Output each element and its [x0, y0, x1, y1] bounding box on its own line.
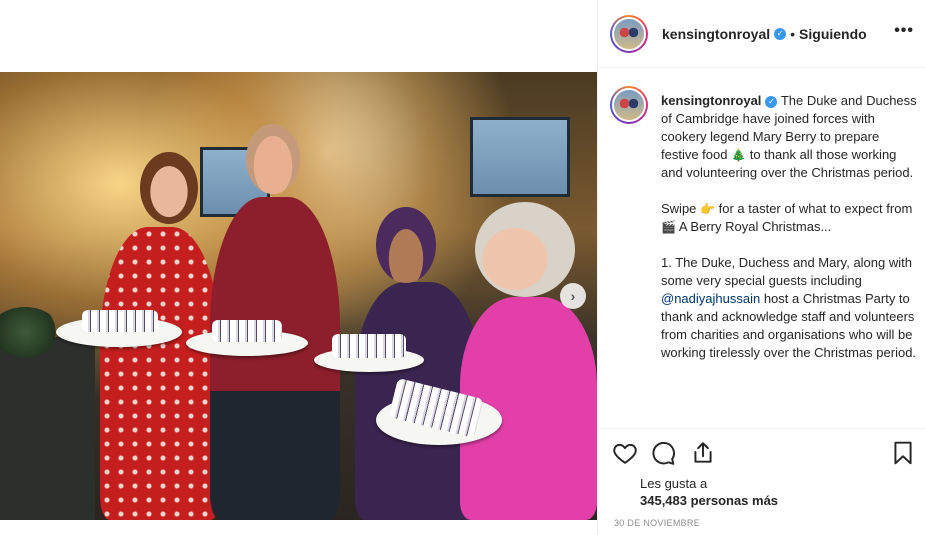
background-window	[470, 117, 570, 197]
caption-avatar[interactable]	[610, 86, 648, 124]
caption-paragraph-3: 1. The Duke, Duchess and Mary, along wit…	[661, 254, 917, 362]
more-options-icon[interactable]: •••	[894, 22, 914, 40]
person-duchess-head	[140, 152, 198, 224]
yule-log-cake	[332, 334, 406, 358]
christmas-tree-icon: 🎄	[731, 148, 747, 162]
post-media-area: ›	[0, 0, 598, 535]
post-sidebar: kensingtonroyal ✓ • Siguiendo ••• kensin…	[598, 0, 926, 535]
avatar[interactable]	[610, 14, 648, 53]
person-mary-head	[475, 202, 575, 297]
chevron-right-icon: ›	[570, 288, 576, 304]
yule-log-cake	[212, 320, 282, 342]
heart-icon[interactable]	[612, 440, 638, 466]
caption-text-p2-end: A Berry Royal Christmas...	[678, 219, 832, 234]
separator-dot: •	[790, 25, 796, 42]
comment-icon[interactable]	[650, 440, 676, 466]
actions-divider	[598, 428, 926, 429]
caption-paragraph-2: Swipe 👉 for a taster of what to expect f…	[661, 200, 917, 236]
post-caption: kensingtonroyal ✓ The Duke and Duchess of…	[610, 86, 920, 426]
following-button[interactable]: Siguiendo	[799, 26, 867, 42]
caption-text-p2-start: Swipe	[661, 201, 697, 216]
post-date[interactable]: 30 DE NOVIEMBRE	[614, 518, 700, 528]
person-duchess	[100, 227, 220, 520]
clapperboard-icon: 🎬	[661, 220, 676, 234]
verified-badge-icon: ✓	[765, 95, 778, 108]
next-slide-button[interactable]: ›	[560, 283, 586, 309]
avatar-image	[612, 88, 646, 122]
verified-badge-icon: ✓	[774, 27, 787, 40]
caption-username[interactable]: kensingtonroyal	[661, 93, 761, 108]
caption-paragraph-1: kensingtonroyal ✓ The Duke and Duchess of…	[661, 92, 917, 182]
person-guest-head	[376, 207, 436, 283]
caption-text: kensingtonroyal ✓ The Duke and Duchess of…	[661, 92, 917, 380]
post-photo[interactable]	[0, 72, 597, 520]
avatar-image	[612, 16, 646, 51]
likes-line-1: Les gusta a	[640, 476, 708, 491]
counter-left	[0, 337, 95, 520]
header-username[interactable]: kensingtonroyal	[662, 26, 770, 42]
person-duke-head	[246, 124, 300, 194]
yule-log-cake	[82, 310, 158, 332]
caption-text-p3-start: 1. The Duke, Duchess and Mary, along wit…	[661, 255, 912, 288]
likes-count[interactable]: 345,483 personas más	[640, 493, 778, 508]
mention-link[interactable]: @nadiyajhussain	[661, 291, 760, 306]
share-icon[interactable]	[690, 440, 716, 466]
post-header: kensingtonroyal ✓ • Siguiendo •••	[598, 0, 926, 68]
pointing-hand-icon: 👉	[700, 202, 715, 216]
post-actions	[612, 440, 916, 468]
caption-text-p2-mid: for a taster of what to expect from	[718, 201, 913, 216]
bookmark-icon[interactable]	[890, 440, 916, 466]
